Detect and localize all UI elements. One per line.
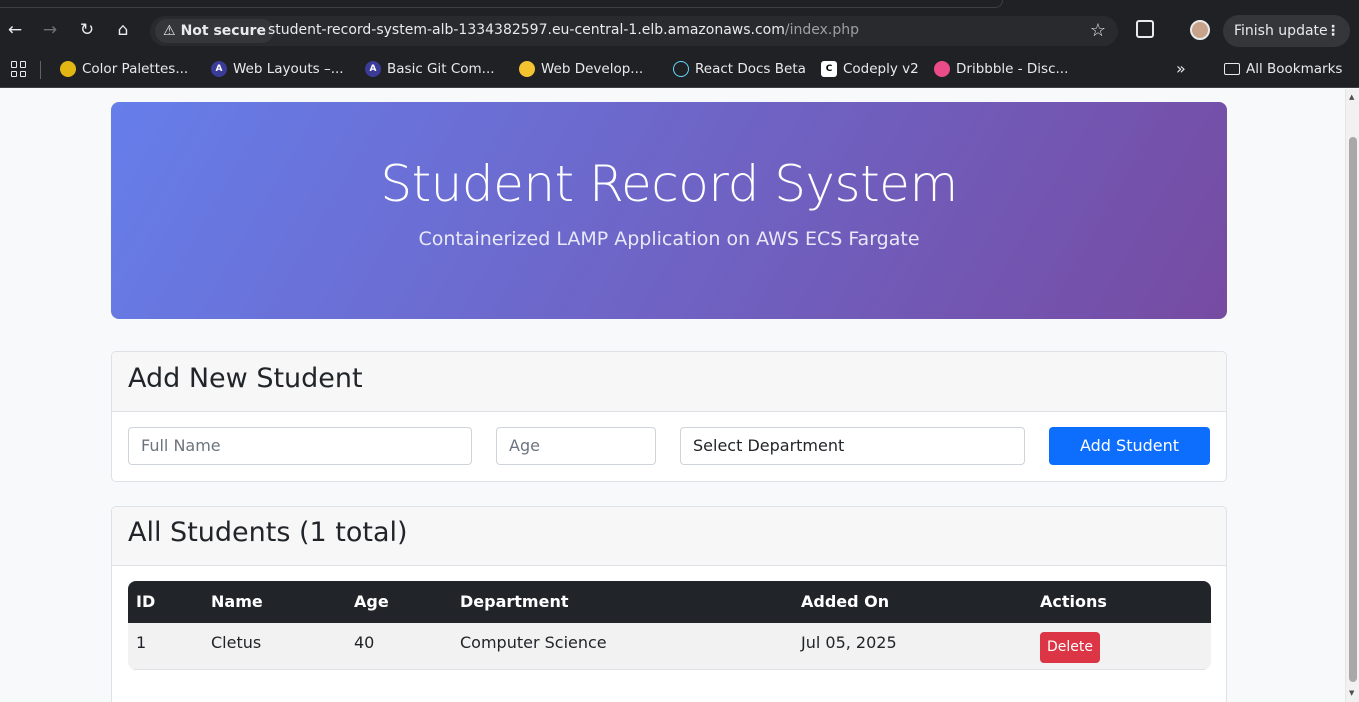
scroll-up-icon[interactable]: ▲ [1349,93,1354,101]
profile-avatar[interactable] [1190,20,1210,40]
url-path: /index.php [784,22,860,38]
site-icon: A [211,61,227,77]
site-icon [519,61,535,77]
finish-update-button[interactable]: Finish update ⋮ [1223,15,1350,47]
table-header-row: ID Name Age Department Added On Actions [128,581,1211,623]
column-header-added-on: Added On [801,592,890,611]
add-student-card: Add New Student Full Name Age Select Dep… [111,351,1227,482]
bookmark-item[interactable]: Color Palettes... [60,59,188,79]
column-header-id: ID [136,592,156,611]
bookmark-item[interactable]: A Web Layouts –... [211,59,344,79]
bookmark-item[interactable]: React Docs Beta [673,59,806,79]
cell-name: Cletus [211,633,262,652]
bookmarks-divider [40,61,41,79]
students-table: ID Name Age Department Added On Actions … [128,581,1211,670]
bookmark-item[interactable]: Web Develop... [519,59,643,79]
tab-strip-edge [0,0,1003,8]
url-host: student-record-system-alb-1334382597.eu-… [268,22,785,38]
column-header-age: Age [354,592,389,611]
finish-update-label: Finish update [1234,23,1328,39]
bookmarks-bar: Color Palettes... A Web Layouts –... A Bas… [0,50,1359,88]
page-scrollbar[interactable]: ▲ ▼ [1345,89,1359,702]
column-header-name: Name [211,592,263,611]
table-row: 1 Cletus 40 Computer Science Jul 05, 202… [128,623,1211,670]
extensions-icon[interactable] [1136,20,1154,38]
home-icon[interactable]: ⌂ [112,19,134,41]
all-bookmarks-button[interactable]: All Bookmarks [1224,59,1342,79]
cell-added-on: Jul 05, 2025 [801,633,897,652]
hero-banner: Student Record System Containerized LAMP… [111,102,1227,319]
security-chip[interactable]: ⚠ Not secure [155,19,274,43]
add-student-button[interactable]: Add Student [1049,427,1210,465]
department-select[interactable]: Select Department [680,427,1025,465]
site-icon: A [365,61,381,77]
reload-icon[interactable]: ↻ [76,19,98,41]
card-header: Add New Student [112,352,1226,412]
react-icon [673,61,689,77]
kebab-menu-icon[interactable]: ⋮ [1326,15,1340,47]
page-subtitle: Containerized LAMP Application on AWS EC… [418,228,920,250]
warning-icon: ⚠ [163,23,176,39]
security-label: Not secure [180,23,266,39]
students-card: All Students (1 total) ID Name Age Depar… [111,506,1227,702]
palette-icon [60,61,76,77]
folder-icon [1224,63,1240,75]
delete-button[interactable]: Delete [1040,632,1100,663]
page-title: Student Record System [380,155,958,213]
cell-department: Computer Science [460,633,607,652]
column-header-actions: Actions [1040,592,1107,611]
column-header-department: Department [460,592,569,611]
cell-id: 1 [136,633,147,652]
apps-grid-icon[interactable] [11,61,27,77]
card-header: All Students (1 total) [112,507,1226,566]
back-icon[interactable]: ← [4,19,26,41]
scroll-down-icon[interactable]: ▼ [1349,689,1354,697]
full-name-input[interactable]: Full Name [128,427,472,465]
bookmark-item[interactable]: Dribbble - Disc... [934,59,1068,79]
students-title: All Students (1 total) [128,517,408,548]
bookmark-item[interactable]: A Basic Git Com... [365,59,495,79]
age-input[interactable]: Age [496,427,656,465]
dribbble-icon [934,61,950,77]
codeply-icon: C [821,61,837,77]
scroll-thumb[interactable] [1349,137,1357,682]
bookmark-star-icon[interactable]: ☆ [1090,20,1106,41]
bookmark-item[interactable]: C Codeply v2 [821,59,919,79]
url-text[interactable]: student-record-system-alb-1334382597.eu-… [268,22,859,38]
cell-age: 40 [354,633,375,652]
browser-toolbar: ← → ↻ ⌂ ⚠ Not secure student-record-syst… [0,0,1359,50]
address-bar[interactable]: ⚠ Not secure student-record-system-alb-1… [150,16,1118,46]
chevron-double-right-icon[interactable]: » [1176,59,1186,78]
form-title: Add New Student [128,363,363,394]
forward-icon[interactable]: → [39,19,61,41]
